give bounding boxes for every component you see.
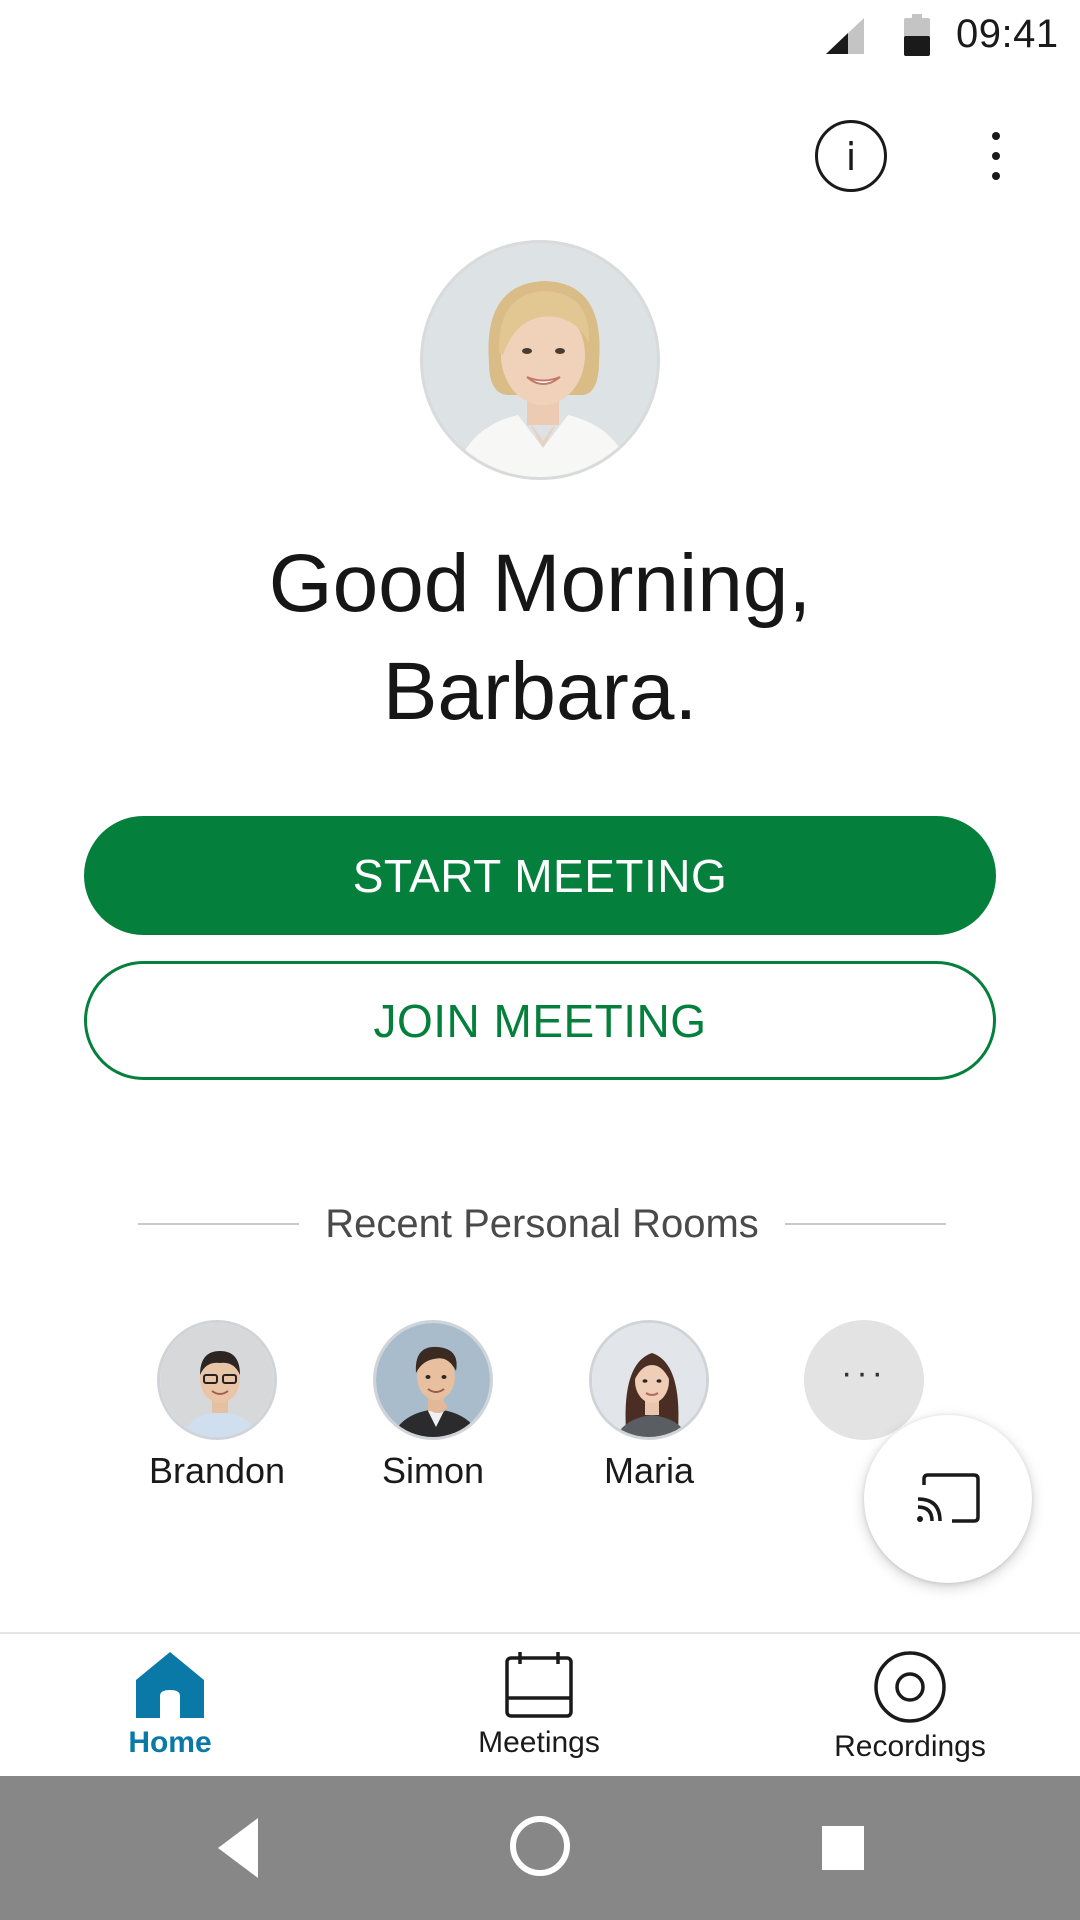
greeting-line-2: Barbara. bbox=[382, 646, 698, 737]
avatar-maria bbox=[589, 1320, 709, 1440]
avatar-simon bbox=[373, 1320, 493, 1440]
signal-icon bbox=[826, 18, 864, 54]
greeting: Good Morning, Barbara. bbox=[0, 530, 1080, 746]
status-time: 09:41 bbox=[956, 12, 1059, 56]
start-meeting-button[interactable]: START MEETING bbox=[84, 816, 996, 935]
recent-rooms-title: Recent Personal Rooms bbox=[325, 1201, 759, 1246]
room-maria[interactable]: Maria bbox=[549, 1320, 749, 1492]
nav-meetings-label: Meetings bbox=[478, 1726, 600, 1759]
more-rooms-button[interactable]: ··· bbox=[804, 1320, 924, 1440]
home-icon bbox=[136, 1652, 204, 1718]
join-meeting-button[interactable]: JOIN MEETING bbox=[84, 961, 996, 1080]
avatar-brandon bbox=[157, 1320, 277, 1440]
greeting-line-1: Good Morning, bbox=[268, 538, 812, 629]
room-brandon[interactable]: Brandon bbox=[117, 1320, 317, 1492]
record-icon bbox=[874, 1651, 946, 1723]
system-nav-bar bbox=[0, 1776, 1080, 1920]
more-icon: ··· bbox=[841, 1353, 887, 1392]
divider-left bbox=[138, 1223, 300, 1225]
nav-home-label: Home bbox=[128, 1726, 212, 1759]
user-avatar[interactable] bbox=[420, 240, 660, 480]
cast-button[interactable] bbox=[864, 1415, 1032, 1583]
nav-home[interactable]: Home bbox=[40, 1650, 300, 1760]
room-name-brandon: Brandon bbox=[148, 1450, 286, 1491]
info-icon: i bbox=[845, 135, 857, 179]
nav-recordings-label: Recordings bbox=[834, 1730, 986, 1763]
bottom-nav: Home Meetings Recordings bbox=[0, 1632, 1080, 1776]
recent-rooms-header: Recent Personal Rooms bbox=[138, 1196, 947, 1252]
room-name-maria: Maria bbox=[603, 1450, 695, 1491]
info-button[interactable]: i bbox=[815, 120, 887, 192]
battery-icon bbox=[904, 14, 930, 56]
back-icon[interactable] bbox=[216, 1816, 260, 1880]
cast-icon bbox=[917, 1473, 980, 1523]
room-simon[interactable]: Simon bbox=[333, 1320, 533, 1492]
recents-square-icon[interactable] bbox=[822, 1826, 864, 1870]
divider-right bbox=[784, 1223, 947, 1225]
nav-meetings[interactable]: Meetings bbox=[409, 1650, 669, 1760]
nav-recordings[interactable]: Recordings bbox=[780, 1650, 1040, 1764]
overflow-menu-icon[interactable] bbox=[976, 126, 1016, 186]
home-circle-icon[interactable] bbox=[508, 1814, 572, 1878]
calendar-icon bbox=[505, 1652, 573, 1718]
status-bar: 09:41 bbox=[0, 0, 1080, 76]
room-name-simon: Simon bbox=[381, 1450, 485, 1491]
